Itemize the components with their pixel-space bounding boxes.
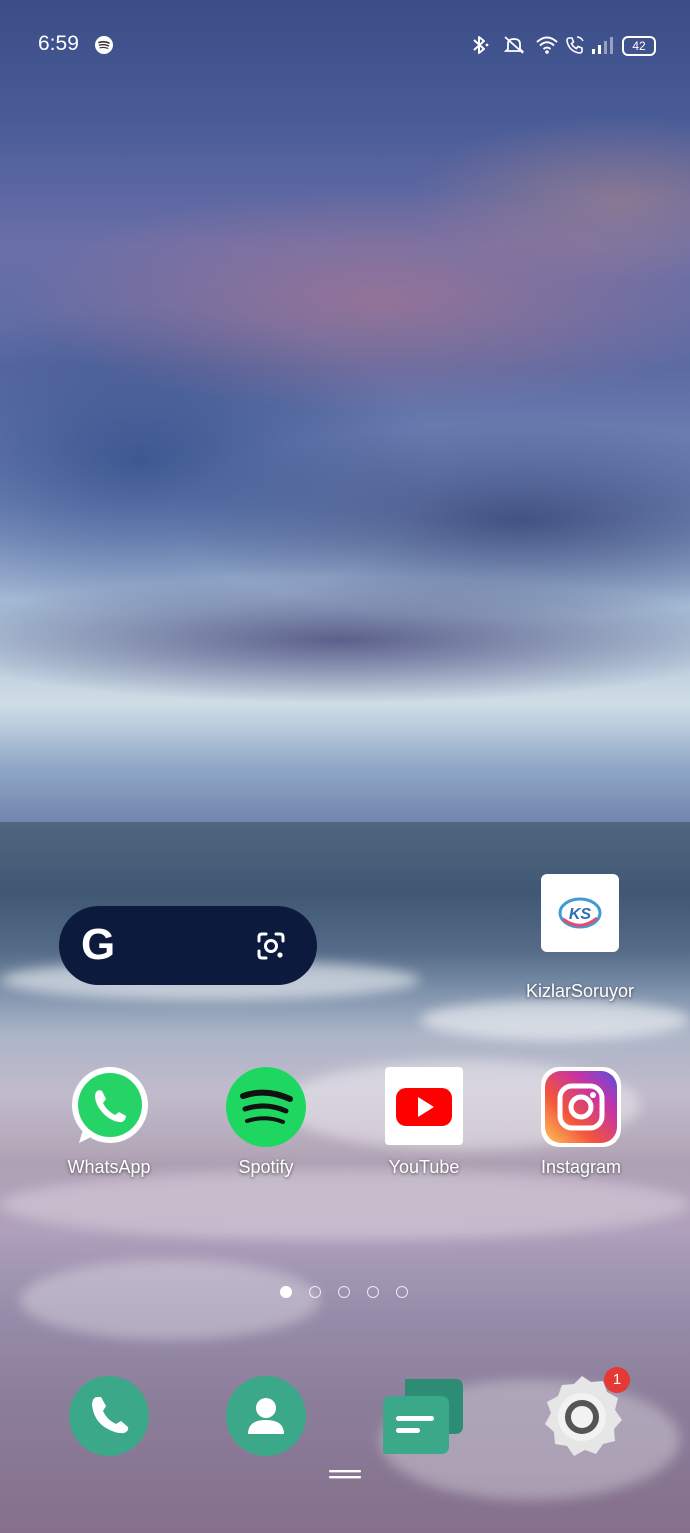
app-label: Instagram [540,1157,622,1177]
app-kizlarsoruyor[interactable]: KS KizlarSoruyor [510,874,650,1002]
status-time: 6:59 [38,32,79,55]
instagram-icon[interactable] [541,1067,621,1147]
youtube-icon[interactable] [385,1067,463,1145]
app-label: YouTube [388,1157,460,1177]
page-dot[interactable] [280,1286,292,1298]
page-indicator[interactable] [280,1286,420,1302]
app-whatsapp[interactable]: WhatsApp [39,1067,179,1178]
dock-contacts[interactable] [226,1376,306,1456]
whatsapp-icon[interactable] [69,1067,149,1147]
app-label: WhatsApp [67,1157,151,1177]
spotify-icon[interactable] [226,1067,306,1147]
page-dot[interactable] [367,1286,379,1298]
wallpaper-foam [0,1170,690,1240]
dock-phone[interactable] [69,1376,149,1456]
messages-icon[interactable] [383,1376,465,1458]
battery-level: 42 [632,39,646,53]
dock-messages[interactable] [383,1376,463,1456]
contacts-icon[interactable] [226,1376,306,1456]
bluetooth-icon [473,36,489,54]
app-instagram[interactable]: Instagram [511,1067,651,1178]
battery-icon: 42 [622,36,656,56]
kizlarsoruyor-icon[interactable]: KS [541,874,619,952]
mute-icon [503,36,525,54]
google-search-widget[interactable]: G [59,906,317,985]
page-dot[interactable] [396,1286,408,1298]
wifi-calling-icon [566,36,584,54]
app-label: Spotify [238,1157,294,1177]
page-dot[interactable] [338,1286,350,1298]
spotify-icon [95,36,113,54]
kizlarsoruyor-logo-text: KS [569,906,592,923]
notification-badge: 1 [604,1367,630,1393]
app-youtube[interactable]: YouTube [354,1067,494,1178]
app-label: KizlarSoruyor [525,981,635,1001]
google-lens-icon[interactable] [255,930,287,962]
phone-icon[interactable] [69,1376,149,1456]
signal-icon [592,37,613,54]
google-g-icon[interactable]: G [81,920,115,970]
page-dot[interactable] [309,1286,321,1298]
status-bar: 6:59 42 [0,28,690,64]
wallpaper-foam [20,1260,320,1340]
app-spotify[interactable]: Spotify [196,1067,336,1178]
wallpaper-foam [420,1000,690,1040]
wifi-icon [536,36,558,54]
navigation-handle-icon[interactable] [329,1470,361,1480]
